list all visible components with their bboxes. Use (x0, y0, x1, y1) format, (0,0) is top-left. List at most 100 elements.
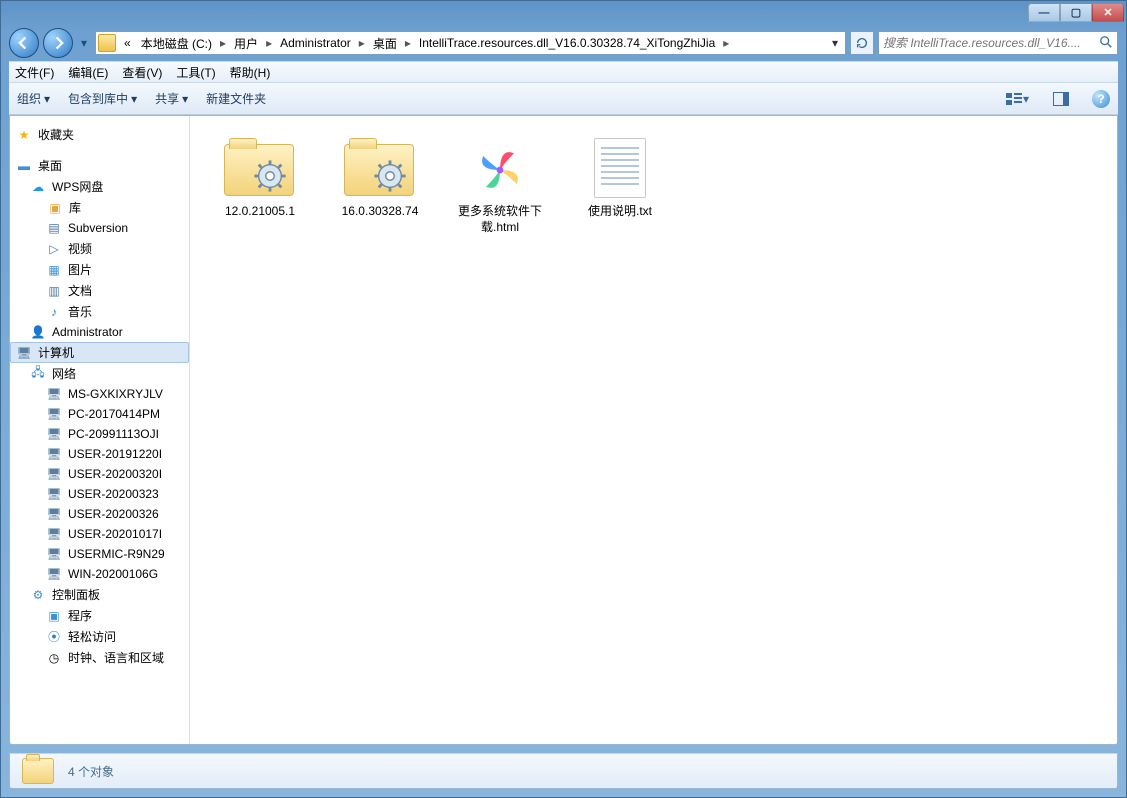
minimize-button[interactable]: — (1028, 4, 1060, 22)
expand-icon[interactable] (30, 202, 41, 213)
tree-documents[interactable]: ▥ 文档 (10, 280, 189, 301)
tree-network-pc[interactable]: 🖥 USER-20191220I (10, 444, 189, 464)
document-icon: ▥ (46, 283, 62, 299)
tree-network-pc[interactable]: 🖥WIN-20200106G (10, 564, 189, 584)
forward-button[interactable] (43, 28, 73, 58)
tree-label: USER-20200320I (68, 467, 162, 481)
tree-network-pc[interactable]: 🖥PC-20170414PM (10, 404, 189, 424)
breadcrumb-item[interactable]: IntelliTrace.resources.dll_V16.0.30328.7… (415, 34, 719, 52)
view-icon (1005, 92, 1023, 106)
tree-label: PC-20991113OJI (68, 427, 159, 441)
help-button[interactable]: ? (1092, 90, 1110, 108)
breadcrumb-prefix[interactable]: « (120, 34, 135, 52)
tree-wps[interactable]: ☁WPS网盘 (10, 176, 189, 197)
tree-administrator[interactable]: 👤Administrator (10, 322, 189, 342)
menu-file[interactable]: 文件(F) (15, 64, 54, 81)
command-bar: 组织 ▾ 包含到库中 ▾ 共享 ▾ 新建文件夹 ▾ ? (9, 83, 1118, 115)
include-label: 包含到库中 (68, 90, 128, 107)
folder-item[interactable]: 12.0.21005.1 (200, 130, 320, 250)
navigation-pane[interactable]: ★收藏夹 ▬桌面 ☁WPS网盘 ▣库 ▤Subversion ▷视频 ▦图片 ▥… (10, 116, 190, 744)
chevron-right-icon[interactable]: ▸ (218, 36, 228, 50)
tree-label: 音乐 (68, 303, 92, 320)
desktop-icon: ▬ (16, 158, 32, 174)
address-dropdown[interactable]: ▾ (827, 36, 843, 50)
search-box[interactable] (878, 31, 1118, 55)
preview-pane-button[interactable] (1048, 88, 1074, 110)
search-icon[interactable] (1099, 35, 1113, 52)
chevron-right-icon[interactable]: ▸ (264, 36, 274, 50)
menu-help[interactable]: 帮助(H) (230, 64, 271, 81)
chevron-right-icon[interactable]: ▸ (403, 36, 413, 50)
ease-icon: ⦿ (46, 629, 62, 645)
tree-network-pc[interactable]: 🖥USER-20200320I (10, 464, 189, 484)
menu-tools[interactable]: 工具(T) (176, 64, 215, 81)
status-count: 4 个对象 (68, 763, 114, 780)
include-in-library-button[interactable]: 包含到库中 ▾ (68, 90, 137, 107)
file-list[interactable]: 12.0.21005.1 16.0.30328.74 (190, 116, 1117, 744)
organize-button[interactable]: 组织 ▾ (17, 90, 50, 107)
tree-truncated[interactable]: ◷时钟、语言和区域 (10, 647, 189, 668)
text-file-icon (584, 138, 656, 198)
status-folder-icon (22, 758, 54, 784)
window-buttons: — ▢ ✕ (1028, 4, 1124, 22)
txt-file-item[interactable]: 使用说明.txt (560, 130, 680, 250)
tree-label: 计算机 (38, 344, 74, 361)
tree-favorites[interactable]: ★收藏夹 (10, 124, 189, 145)
tree-control-panel[interactable]: ⚙控制面板 (10, 584, 189, 605)
tree-label: 文档 (68, 282, 92, 299)
pc-icon: 🖥 (46, 406, 62, 422)
tree-subversion[interactable]: ▤Subversion (10, 218, 189, 238)
html-file-item[interactable]: 更多系统软件下载.html (440, 130, 560, 250)
svn-icon: ▤ (46, 220, 62, 236)
tree-programs[interactable]: ▣程序 (10, 605, 189, 626)
maximize-button[interactable]: ▢ (1060, 4, 1092, 22)
menu-edit[interactable]: 编辑(E) (68, 64, 108, 81)
menu-view[interactable]: 查看(V) (122, 64, 162, 81)
tree-network-pc[interactable]: 🖥MS-GXKIXRYJLV (10, 384, 189, 404)
view-mode-button[interactable]: ▾ (1004, 88, 1030, 110)
programs-icon: ▣ (46, 608, 62, 624)
back-button[interactable] (9, 28, 39, 58)
share-button[interactable]: 共享 ▾ (155, 90, 188, 107)
search-input[interactable] (883, 36, 1099, 50)
address-bar[interactable]: « 本地磁盘 (C:)▸ 用户▸ Administrator▸ 桌面▸ Inte… (95, 31, 846, 55)
tree-label: WPS网盘 (52, 178, 103, 195)
breadcrumb-item[interactable]: Administrator (276, 34, 355, 52)
explorer-window: — ▢ ✕ ▾ « 本地磁盘 (C:)▸ 用户▸ Administrator▸ … (0, 0, 1127, 798)
file-label: 16.0.30328.74 (342, 204, 419, 220)
tree-music[interactable]: ♪音乐 (10, 301, 189, 322)
breadcrumb-item[interactable]: 本地磁盘 (C:) (137, 33, 216, 54)
title-bar: — ▢ ✕ (1, 1, 1126, 25)
close-button[interactable]: ✕ (1092, 4, 1124, 22)
tree-computer[interactable]: 🖥计算机 (10, 342, 189, 363)
pc-icon: 🖥 (46, 446, 62, 462)
tree-videos[interactable]: ▷视频 (10, 238, 189, 259)
breadcrumb-item[interactable]: 用户 (230, 33, 262, 54)
pc-icon: 🖥 (46, 486, 62, 502)
pinwheel-icon (464, 138, 536, 198)
history-dropdown[interactable]: ▾ (77, 30, 91, 56)
folder-item[interactable]: 16.0.30328.74 (320, 130, 440, 250)
tree-network-pc[interactable]: 🖥PC-20991113OJI (10, 424, 189, 444)
tree-label: MS-GXKIXRYJLV (68, 387, 163, 401)
tree-network-pc[interactable]: 🖥USER-20200326 (10, 504, 189, 524)
tree-network-pc[interactable]: 🖥USER-20200323 (10, 484, 189, 504)
tree-desktop[interactable]: ▬桌面 (10, 155, 189, 176)
tree-network-pc[interactable]: 🖥USER-20201017I (10, 524, 189, 544)
breadcrumb-item[interactable]: 桌面 (369, 33, 401, 54)
maximize-icon: ▢ (1071, 6, 1081, 19)
user-icon: 👤 (30, 324, 46, 340)
video-icon: ▷ (46, 241, 62, 257)
tree-libraries[interactable]: ▣库 (10, 197, 189, 218)
new-folder-button[interactable]: 新建文件夹 (206, 90, 266, 107)
tree-label: USER-20191220I (68, 447, 162, 461)
chevron-right-icon[interactable]: ▸ (721, 36, 731, 50)
tree-network[interactable]: 🖧网络 (10, 363, 189, 384)
tree-network-pc[interactable]: 🖥USERMIC-R9N29 (10, 544, 189, 564)
tree-pictures[interactable]: ▦图片 (10, 259, 189, 280)
close-icon: ✕ (1103, 6, 1112, 19)
tree-ease-of-access[interactable]: ⦿轻松访问 (10, 626, 189, 647)
refresh-button[interactable] (850, 31, 874, 55)
chevron-right-icon[interactable]: ▸ (357, 36, 367, 50)
tree-label: 时钟、语言和区域 (68, 649, 164, 666)
